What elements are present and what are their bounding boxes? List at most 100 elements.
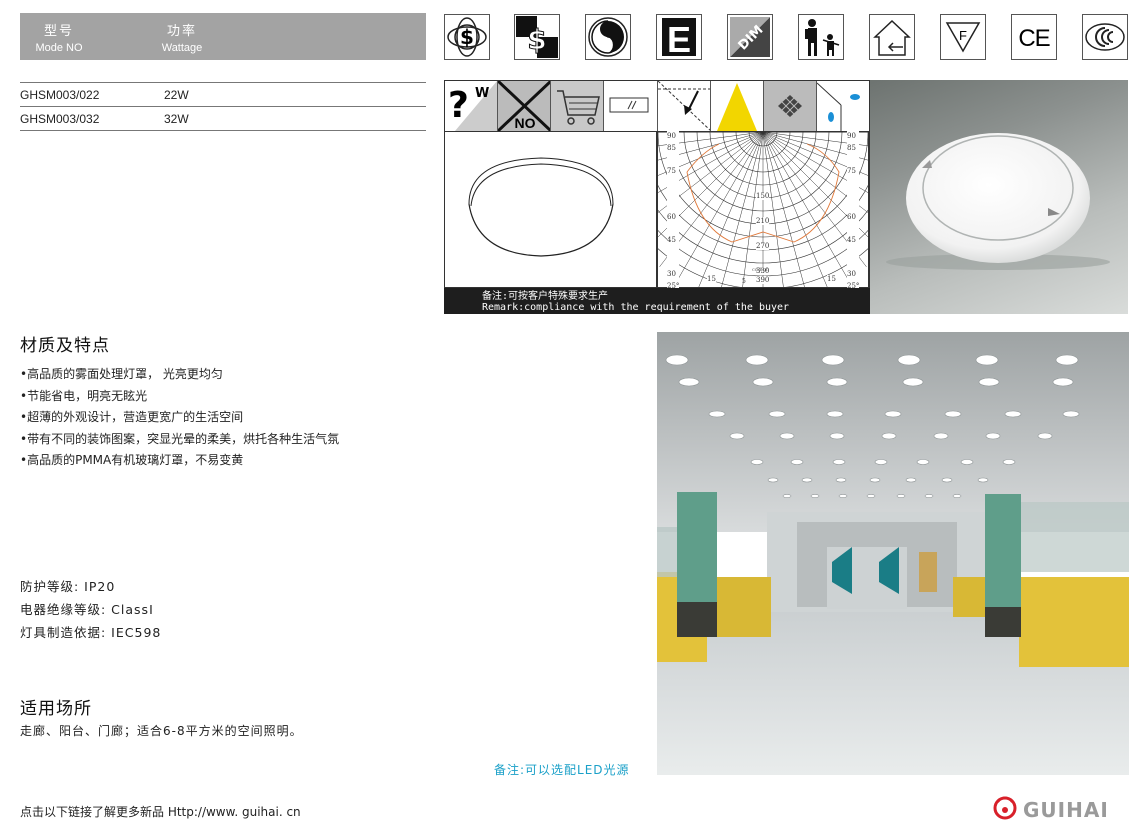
remark-cn: 备注:可按客户特殊要求生产 bbox=[482, 291, 609, 302]
wattage-header: 功率 Wattage bbox=[161, 24, 203, 54]
ceiling-light bbox=[768, 410, 786, 418]
manufacturing-standard: 灯具制造依据: IEC598 bbox=[20, 625, 162, 640]
ceiling-light bbox=[752, 377, 774, 387]
ceiling-light bbox=[916, 459, 930, 465]
usage-text: 走廊、阳台、门廊；适合6-8平方米的空间照明。 bbox=[20, 724, 303, 738]
ceiling-light bbox=[1002, 459, 1016, 465]
ceiling-light bbox=[924, 494, 934, 498]
ceiling-light bbox=[978, 377, 1000, 387]
f-mark-icon: F bbox=[940, 14, 986, 60]
light-distribution-chart: 90 85 75 60 45 30 25° 90 85 75 60 45 30 … bbox=[593, 0, 933, 302]
ceiling-light bbox=[985, 432, 1001, 440]
table-row: GHSM003/032 32W bbox=[20, 106, 426, 131]
model-header: 型号 Mode NO bbox=[35, 24, 83, 54]
ceiling-light bbox=[975, 354, 999, 366]
list-item: •带有不同的装饰图案，突显光晕的柔美，烘托各种生活气氛 bbox=[20, 431, 340, 446]
ce-mark-icon: CE bbox=[1011, 14, 1057, 60]
ceiling-light bbox=[801, 477, 813, 483]
indoor-use-icon bbox=[869, 14, 915, 60]
spec-table: GHSM003/022 22W GHSM003/032 32W bbox=[20, 82, 426, 131]
insulation-class: 电器绝缘等级: ClassI bbox=[20, 602, 154, 617]
ceiling-light bbox=[750, 459, 764, 465]
ceiling-light bbox=[832, 459, 846, 465]
ceiling-light bbox=[745, 354, 769, 366]
polar-right-ticks: 90 85 75 60 45 30 25° bbox=[847, 131, 860, 292]
polar-left-ticks: 90 85 75 60 45 30 25° bbox=[667, 131, 680, 292]
ceiling-light bbox=[881, 432, 897, 440]
child-safety-icon bbox=[798, 14, 844, 60]
polar-bottom-tick: 5 bbox=[742, 278, 746, 285]
svg-text:F: F bbox=[959, 28, 967, 43]
ceiling-light bbox=[884, 410, 902, 418]
product-photo bbox=[870, 80, 1128, 314]
polar-unit-caption: cd/klm bbox=[752, 267, 770, 273]
wattage-value: 22W bbox=[164, 88, 189, 102]
svg-text:?: ? bbox=[448, 85, 469, 126]
ceiling-light bbox=[729, 432, 745, 440]
ceiling-light bbox=[829, 432, 845, 440]
product-line-drawing bbox=[444, 132, 657, 288]
svg-text:W: W bbox=[475, 86, 489, 101]
ceiling-light bbox=[826, 410, 844, 418]
ceiling-light bbox=[896, 494, 906, 498]
dim-icon: DIM bbox=[727, 14, 773, 60]
ceiling-light bbox=[944, 410, 962, 418]
svg-text:$: $ bbox=[527, 23, 546, 56]
table-row: GHSM003/022 22W bbox=[20, 82, 426, 106]
led-option-note: 备注:可以选配LED光源 bbox=[494, 763, 630, 777]
list-item: •超薄的外观设计，营造更宽广的生活空间 bbox=[20, 410, 244, 424]
ceiling-light bbox=[1004, 410, 1022, 418]
diffuser-pattern-icon bbox=[763, 81, 817, 131]
ceiling-light bbox=[905, 477, 917, 483]
spec-table-header: 型号 Mode NO 功率 Wattage bbox=[20, 13, 426, 60]
ceiling-light bbox=[897, 354, 921, 366]
list-item: •节能省电，明亮无眩光 bbox=[20, 388, 148, 403]
features-title: 材质及特点 bbox=[20, 336, 110, 356]
ceiling-light bbox=[1062, 410, 1080, 418]
e-mark-icon: E bbox=[656, 14, 702, 60]
ceiling-light bbox=[678, 377, 700, 387]
ceiling-light bbox=[933, 432, 949, 440]
ceiling-light bbox=[810, 494, 820, 498]
features-list: •高品质的雾面处理灯罩， 光亮更均匀 •节能省电，明亮无眩光 •超薄的外观设计，… bbox=[20, 364, 339, 472]
remark-bar: 备注:可按客户特殊要求生产 Remark:compliance with the… bbox=[444, 288, 870, 314]
energy-saving-icon: $ bbox=[444, 14, 490, 60]
recycle-icon bbox=[585, 14, 631, 60]
beam-angle-icon bbox=[657, 81, 711, 131]
ceiling-light bbox=[838, 494, 848, 498]
ceiling-light bbox=[1055, 354, 1079, 366]
remark-en: Remark:compliance with the requirement o… bbox=[482, 302, 790, 313]
ceiling-light bbox=[952, 494, 962, 498]
ceiling-light bbox=[869, 477, 881, 483]
ceiling-light bbox=[665, 354, 689, 366]
model-number: GHSM003/022 bbox=[20, 88, 100, 102]
svg-text:$: $ bbox=[460, 25, 474, 49]
footer-link-text[interactable]: 点击以下链接了解更多新品 Http://www. guihai. cn bbox=[20, 803, 301, 820]
ceiling-light bbox=[826, 377, 848, 387]
ceiling-light bbox=[782, 494, 792, 498]
ceiling-light bbox=[977, 477, 989, 483]
protection-grade: 防护等级: IP20 bbox=[20, 579, 116, 594]
ceiling-light bbox=[866, 494, 876, 498]
svg-text:CE: CE bbox=[1018, 25, 1049, 52]
technical-params: 防护等级: IP20 电器绝缘等级: ClassI 灯具制造依据: IEC598 bbox=[20, 575, 161, 644]
ceiling-light bbox=[779, 432, 795, 440]
polar-bottom-max-tick: 390 bbox=[756, 276, 770, 284]
ceiling-light bbox=[902, 377, 924, 387]
model-number: GHSM003/032 bbox=[20, 112, 100, 126]
ceiling-light bbox=[835, 477, 847, 483]
ccc-mark-icon bbox=[1082, 14, 1128, 60]
ceiling-light bbox=[767, 477, 779, 483]
installation-icon bbox=[816, 81, 869, 131]
ceiling-light bbox=[1052, 377, 1074, 387]
list-item: •高品质的雾面处理灯罩， 光亮更均匀 bbox=[20, 367, 223, 381]
wattage-value: 32W bbox=[164, 112, 189, 126]
polar-bottom-tick: 15 bbox=[827, 275, 836, 283]
svg-text:GUIHAI: GUIHAI bbox=[1023, 798, 1109, 822]
shopping-cart-icon bbox=[551, 81, 605, 131]
ceiling-light bbox=[790, 459, 804, 465]
product-feature-strip: ? W NO bbox=[444, 80, 870, 132]
light-beam-icon bbox=[710, 81, 764, 131]
ceiling-light bbox=[874, 459, 888, 465]
ceiling-light bbox=[708, 410, 726, 418]
